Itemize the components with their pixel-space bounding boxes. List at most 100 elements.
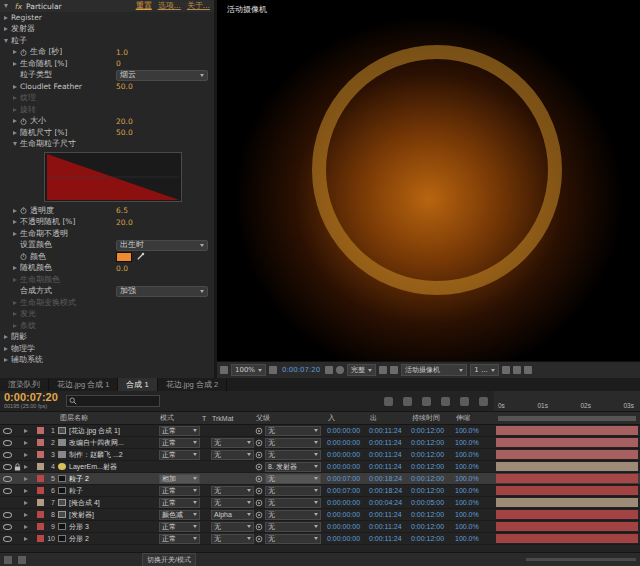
grid-icon[interactable] [269, 366, 277, 374]
duration[interactable]: 0:00:12:00 [410, 535, 454, 542]
label-color[interactable] [37, 511, 44, 518]
stretch[interactable]: 100.0% [454, 511, 494, 518]
parent-dropdown[interactable]: 无 [265, 474, 321, 484]
expand-arrow-icon[interactable] [4, 358, 8, 362]
out-point[interactable]: 0:00:11:24 [368, 463, 410, 470]
track-matte-dropdown[interactable]: 无 [211, 498, 254, 508]
timecode[interactable]: 0:00:07:20 [4, 392, 58, 403]
stretch[interactable]: 100.0% [454, 475, 494, 482]
expand-arrow-icon[interactable] [13, 312, 17, 316]
size-over-life-graph[interactable] [44, 152, 182, 202]
expand-arrow-icon[interactable] [13, 119, 17, 123]
property-row[interactable]: 生命随机 [%]0 [0, 58, 214, 70]
property-dropdown[interactable]: 出生时 [116, 240, 208, 251]
layer-row[interactable]: 2改编自十四夜网...正常无无0:00:00:000:00:11:240:00:… [0, 437, 640, 449]
expand-arrow-icon[interactable] [4, 27, 8, 31]
duration[interactable]: 0:00:12:00 [410, 523, 454, 530]
track-matte-dropdown[interactable]: 无 [211, 438, 254, 448]
in-point[interactable]: 0:00:00:00 [326, 427, 368, 434]
toggle-switches-button[interactable]: 切换开关/模式 [142, 553, 196, 566]
expand-arrow-icon[interactable] [24, 441, 28, 445]
track-matte-dropdown[interactable]: Alpha [211, 510, 254, 520]
viewer-canvas[interactable]: 活动摄像机 [217, 0, 640, 361]
in-point[interactable]: 0:00:00:00 [326, 451, 368, 458]
expand-arrow-icon[interactable] [24, 525, 28, 529]
property-row[interactable]: 透明度6.5 [0, 205, 214, 217]
expand-arrow-icon[interactable] [13, 232, 17, 236]
time-zoom-slider[interactable] [526, 558, 636, 561]
expand-arrow-icon[interactable] [13, 50, 17, 54]
blend-mode-dropdown[interactable]: 正常 [159, 522, 200, 532]
property-value[interactable]: 20.0 [116, 218, 133, 227]
eye-icon[interactable] [3, 440, 12, 446]
layer-duration-bar[interactable] [496, 450, 638, 459]
layer-row[interactable]: 9分形 3正常无无0:00:00:000:00:11:240:00:12:001… [0, 521, 640, 533]
stretch[interactable]: 100.0% [454, 487, 494, 494]
property-row[interactable]: 发光 [0, 309, 214, 321]
blend-mode-dropdown[interactable]: 正常 [159, 450, 200, 460]
timeline-tab[interactable]: 花边.jpg 合成 1 [49, 378, 118, 391]
expand-arrow-icon[interactable] [13, 209, 17, 213]
out-point[interactable]: 0:00:11:24 [368, 439, 410, 446]
layer-duration-bar[interactable] [496, 486, 638, 495]
property-row[interactable]: Cloudlet Feather50.0 [0, 81, 214, 93]
stretch[interactable]: 100.0% [454, 439, 494, 446]
expand-arrow-icon[interactable] [13, 108, 17, 112]
layer-duration-bar[interactable] [496, 474, 638, 483]
expand-arrow-icon[interactable] [13, 324, 17, 328]
property-row[interactable]: 纹理 [0, 93, 214, 105]
layer-name[interactable]: 改编自十四夜网... [69, 438, 124, 448]
property-row[interactable]: 不透明随机 [%]20.0 [0, 217, 214, 229]
layer-row[interactable]: 10分形 2正常无无0:00:00:000:00:11:240:00:12:00… [0, 533, 640, 545]
blend-mode-dropdown[interactable]: 正常 [159, 438, 200, 448]
blend-mode-dropdown[interactable]: 正常 [159, 426, 200, 436]
property-row[interactable]: 生命期粒子尺寸 [0, 139, 214, 151]
expand-arrow-icon[interactable] [13, 85, 17, 89]
parent-dropdown[interactable]: 无 [265, 486, 321, 496]
views-dropdown[interactable]: 1 ... [470, 364, 498, 376]
expand-arrow-icon[interactable] [4, 347, 8, 351]
layer-row[interactable]: 1[花边.jpg 合成 1]正常无0:00:00:000:00:11:240:0… [0, 425, 640, 437]
property-row[interactable]: 合成方式加强 [0, 286, 214, 298]
layer-name[interactable]: 分形 2 [69, 534, 89, 544]
parent-dropdown[interactable]: 无 [265, 522, 321, 532]
layer-name[interactable]: 制作：赵麟飞 ...2 [69, 450, 123, 460]
out-point[interactable]: 0:00:11:24 [368, 451, 410, 458]
label-color[interactable] [37, 427, 44, 434]
stopwatch-icon[interactable] [20, 118, 27, 125]
pickwhip-icon[interactable] [255, 511, 263, 519]
property-row[interactable]: 随机尺寸 [%]50.0 [0, 127, 214, 139]
layer-duration-bar[interactable] [496, 426, 638, 435]
pickwhip-icon[interactable] [255, 499, 263, 507]
parent-dropdown[interactable]: 8. 发射器 [265, 462, 321, 472]
in-point[interactable]: 0:00:00:00 [326, 535, 368, 542]
frame-blend-icon[interactable] [441, 397, 450, 406]
parent-dropdown[interactable]: 无 [265, 498, 321, 508]
expand-arrow-icon[interactable] [24, 537, 28, 541]
expand-arrow-icon[interactable] [13, 96, 17, 100]
parent-dropdown[interactable]: 无 [265, 438, 321, 448]
blend-mode-dropdown[interactable]: 颜色减 [159, 510, 200, 520]
effect-action-link[interactable]: 关于... [187, 1, 210, 11]
layer-duration-bar[interactable] [496, 462, 638, 471]
parent-dropdown[interactable]: 无 [265, 426, 321, 436]
always-preview-icon[interactable] [220, 366, 228, 374]
layer-row[interactable]: 4LayerEm...射器8. 发射器0:00:00:000:00:11:240… [0, 461, 640, 473]
layer-duration-bar[interactable] [496, 534, 638, 543]
parent-dropdown[interactable]: 无 [265, 534, 321, 544]
in-point[interactable]: 0:00:07:00 [326, 475, 368, 482]
eye-icon[interactable] [3, 500, 12, 506]
stretch[interactable]: 100.0% [454, 523, 494, 530]
out-point[interactable]: 0:00:04:24 [368, 499, 410, 506]
color-swatch[interactable] [116, 252, 132, 262]
column-header[interactable]: 持续时间 [410, 413, 454, 423]
property-row[interactable]: 粒子类型烟云 [0, 70, 214, 82]
pickwhip-icon[interactable] [255, 439, 263, 447]
property-row[interactable]: 生命期颜色 [0, 274, 214, 286]
eye-icon[interactable] [3, 512, 12, 518]
duration[interactable]: 0:00:05:00 [410, 499, 454, 506]
track-matte-dropdown[interactable]: 无 [211, 522, 254, 532]
blend-mode-dropdown[interactable]: 相加 [159, 474, 200, 484]
stopwatch-icon[interactable] [20, 49, 27, 56]
property-row[interactable]: 颜色 [0, 251, 214, 263]
